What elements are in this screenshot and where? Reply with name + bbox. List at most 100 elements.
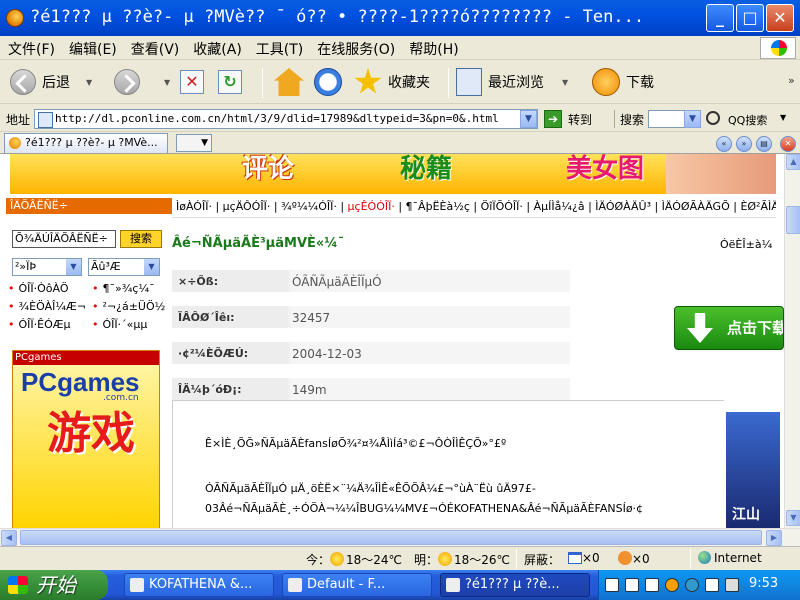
forward-dropdown-icon[interactable]: ▼: [164, 78, 170, 87]
refresh-button[interactable]: ↻: [218, 64, 242, 100]
display-icon[interactable]: [725, 578, 739, 592]
info-value: ÓÃÑÃµäÃÈÎÏµÓ: [292, 275, 382, 289]
horizontal-scrollbar[interactable]: ◀ ▶: [0, 528, 800, 546]
go-arrow-icon[interactable]: ➔: [544, 110, 562, 128]
back-label: 后退: [42, 75, 70, 91]
menu-file[interactable]: 文件(F): [0, 36, 61, 58]
refresh-icon: ↻: [218, 70, 242, 94]
tab-scroll-right-icon[interactable]: »: [736, 136, 752, 152]
menu-view[interactable]: 查看(V): [123, 36, 186, 58]
home-button[interactable]: [274, 64, 304, 100]
qq-search-button[interactable]: QQ搜索: [728, 112, 767, 128]
scroll-up-icon[interactable]: ▲: [786, 154, 800, 170]
taskbar-item-browser[interactable]: ?é1??? µ ??è...: [440, 573, 590, 597]
info-table: ×÷Õß: ÓÃÑÃµäÃÈÎÏµÓ ÏÂÔØ´Îêı: 32457 ·¢²¼È…: [172, 270, 570, 414]
new-tab-button[interactable]: ▼: [176, 134, 212, 152]
ad-block-icon: [618, 551, 632, 565]
menu-online-service[interactable]: 在线服务(O): [309, 36, 401, 58]
today-temp: 18～24℃: [346, 553, 403, 567]
qq-icon[interactable]: [665, 578, 679, 592]
popup-window-icon: [568, 552, 582, 564]
sidebar-search-input[interactable]: Õ¾ÄÚÎÄÕÂËÑË÷: [12, 230, 116, 248]
status-divider: [516, 549, 517, 569]
go-button[interactable]: 转到: [568, 111, 592, 128]
vertical-scroll-thumb[interactable]: [786, 206, 800, 234]
back-dropdown-icon[interactable]: ▼: [86, 78, 92, 87]
volume-icon[interactable]: [705, 578, 719, 592]
select-range-value: ²»ÏÞ: [15, 260, 37, 273]
taskbar-item-default[interactable]: Default - F...: [282, 573, 432, 597]
download-button[interactable]: 下载: [592, 64, 654, 100]
tab-scroll-left-icon[interactable]: «: [716, 136, 732, 152]
banner-gallery[interactable]: 美女图: [566, 154, 644, 185]
sidebar-select-field[interactable]: Ãû³Æ ▼: [88, 258, 160, 276]
menu-tools[interactable]: 工具(T): [248, 36, 309, 58]
table-row: ÏÂÔØ´Îêı: 32457: [172, 306, 570, 332]
nav-links[interactable]: ÌøÀ­ÓÎÏ· | µçÄÔÓÎÏ· | ¾º¼¼ÓÎÏ· |: [176, 200, 348, 213]
sidebar-link[interactable]: ¾­ÈÖÀÎ¼Æ¬: [8, 300, 86, 313]
scroll-down-icon[interactable]: ▼: [786, 510, 800, 526]
sidebar-link[interactable]: ÓÎÏ·´«µµ: [92, 318, 148, 331]
block-label: 屏蔽：: [524, 553, 561, 567]
menu-favorites[interactable]: 收藏(A): [185, 36, 248, 58]
system-tray: 9:53: [598, 570, 800, 600]
download-now-button[interactable]: 点击下载: [674, 306, 784, 350]
sidebar-link[interactable]: ÓÎÏ·ÊÓÆµ: [8, 318, 71, 331]
table-row: ·¢²¼ÈÕÆÚ: 2004-12-03: [172, 342, 570, 368]
forward-arrow-icon: [114, 69, 140, 95]
recent-dropdown-icon[interactable]: ▼: [562, 78, 568, 87]
pcgames-ad[interactable]: PCgames PCgames .com.cn 游戏: [12, 350, 160, 528]
menu-edit[interactable]: 编辑(E): [61, 36, 123, 58]
search-dropdown-icon[interactable]: ▼: [684, 110, 701, 128]
qq-search-dropdown-icon[interactable]: ▼: [780, 113, 786, 122]
minimize-button[interactable]: _: [706, 4, 734, 32]
start-button[interactable]: 开始: [0, 570, 108, 600]
horizontal-scroll-thumb[interactable]: [20, 530, 762, 545]
recent-browse-button[interactable]: 最近浏览 ▼: [456, 64, 568, 100]
stop-button[interactable]: ✕: [180, 64, 204, 100]
back-button[interactable]: 后退 ▼: [10, 64, 92, 100]
sidebar-search-button[interactable]: 搜索: [120, 230, 162, 248]
address-dropdown-icon[interactable]: ▼: [520, 110, 537, 128]
game-art-image[interactable]: 江山: [726, 412, 780, 528]
sidebar-link[interactable]: ¶¯»­¾ç¼¯: [92, 282, 155, 295]
network-icon[interactable]: [645, 578, 659, 592]
keyboard-icon[interactable]: [605, 578, 619, 592]
address-input[interactable]: http://dl.pconline.com.cn/html/3/9/dlid=…: [34, 109, 538, 129]
close-button[interactable]: ✕: [766, 4, 794, 32]
favorites-button[interactable]: 收藏夹: [354, 64, 430, 100]
taskbar-item-kofathena[interactable]: KOFATHENA &...: [124, 573, 274, 597]
history-clock-button[interactable]: [314, 64, 342, 100]
nav-links-more[interactable]: | ¶¯ÂþËÈà½ç | ÖîÏÕÓÎÏ· | ÀµÍÌå¼¿â | ÌÄÓØ…: [395, 200, 776, 213]
forward-button[interactable]: ▼: [114, 64, 170, 100]
info-value: 32457: [292, 311, 331, 325]
banner-review[interactable]: 评论: [242, 154, 294, 185]
popup-block-counter[interactable]: ×0: [568, 551, 600, 565]
sidebar-link[interactable]: ÓÎÏ·ÒôÀÖ: [8, 282, 69, 295]
banner-cheats[interactable]: 秘籍: [400, 154, 452, 185]
vertical-scrollbar[interactable]: ▲ ▼: [784, 154, 800, 528]
help-icon[interactable]: [625, 578, 639, 592]
zone-indicator: Internet: [698, 551, 762, 565]
scroll-left-icon[interactable]: ◀: [1, 530, 17, 546]
windows-logo-icon: [760, 37, 796, 59]
maximize-button[interactable]: □: [736, 4, 764, 32]
sidebar-select-range[interactable]: ²»ÏÞ ▼: [12, 258, 82, 276]
search-label: 搜索: [620, 113, 645, 127]
page-banner[interactable]: 评论 秘籍 美女图: [10, 154, 776, 194]
sidebar-link[interactable]: ²¬¿á±ÜÖ½: [92, 300, 166, 313]
messenger-icon[interactable]: [685, 578, 699, 592]
ad-block-counter[interactable]: ×0: [618, 551, 650, 566]
toolbar-overflow-icon[interactable]: »: [788, 74, 795, 87]
status-divider: [690, 549, 691, 569]
clock: 9:53: [749, 576, 779, 591]
tab-close-icon[interactable]: ✕: [780, 136, 796, 152]
category-nav[interactable]: ÌøÀ­ÓÎÏ· | µçÄÔÓÎÏ· | ¾º¼¼ÓÎÏ· | µçÊÓÓÎÏ…: [172, 196, 776, 218]
menu-help[interactable]: 帮助(H): [401, 36, 464, 58]
tab-active[interactable]: ?é1??? µ ??è?- µ ?MVè...: [4, 133, 168, 153]
tab-list-icon[interactable]: ▤: [756, 136, 772, 152]
nav-active[interactable]: µçÊÓÓÎÏ·: [348, 200, 395, 213]
chevron-down-icon: ▼: [66, 259, 81, 275]
scroll-right-icon[interactable]: ▶: [766, 530, 782, 546]
ad-domain: .com.cn: [103, 393, 139, 403]
